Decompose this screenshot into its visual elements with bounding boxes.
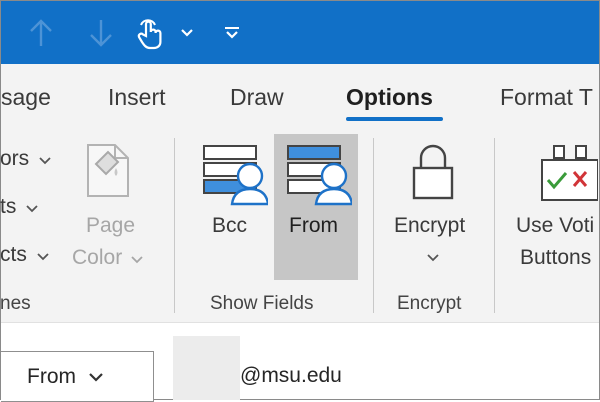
tab-insert[interactable]: Insert — [108, 84, 166, 111]
down-arrow-icon[interactable] — [83, 15, 119, 51]
show-fields-group-label: Show Fields — [210, 293, 314, 314]
tab-options[interactable]: Options — [346, 84, 433, 111]
redacted-username — [173, 336, 240, 400]
voting-buttons-icon — [541, 145, 598, 201]
chevron-down-icon[interactable] — [176, 15, 198, 51]
encrypt-group-label: Encrypt — [397, 293, 462, 314]
page-color-label-2: Color — [72, 246, 143, 270]
chevron-down-icon — [427, 254, 439, 262]
group-divider — [174, 138, 175, 313]
lock-icon — [412, 144, 454, 200]
group-divider — [373, 138, 374, 313]
group-divider — [494, 138, 495, 313]
themes-group-label: nes — [0, 293, 31, 314]
chevron-down-icon — [89, 372, 103, 382]
voting-label-2: Buttons — [520, 246, 592, 269]
chevron-down-icon — [39, 157, 51, 165]
tab-draw[interactable]: Draw — [230, 84, 284, 111]
encrypt-label: Encrypt — [394, 214, 466, 237]
page-color-icon — [87, 144, 129, 197]
from-dropdown-label: From — [27, 364, 76, 388]
from-email-address: @msu.edu — [240, 364, 342, 387]
customize-qat-icon[interactable] — [221, 15, 243, 51]
bcc-label: Bcc — [212, 214, 248, 237]
tab-message[interactable]: sage — [1, 84, 51, 111]
from-icon — [287, 145, 352, 206]
chevron-down-icon — [26, 205, 38, 213]
effects-label: cts — [0, 243, 27, 266]
active-tab-indicator — [346, 117, 443, 121]
from-dropdown-button[interactable]: From — [1, 351, 154, 402]
quick-access-toolbar — [1, 1, 599, 64]
fonts-label: ts — [0, 195, 17, 218]
chevron-down-icon — [37, 253, 49, 261]
tab-format-text[interactable]: Format T — [500, 84, 593, 111]
touch-mode-icon[interactable] — [134, 15, 166, 51]
fonts-dropdown[interactable]: ts — [0, 195, 38, 219]
colors-dropdown[interactable]: ors — [0, 147, 51, 171]
from-label: From — [289, 214, 338, 237]
chevron-down-icon — [131, 256, 143, 264]
page-color-label-1: Page — [86, 214, 136, 237]
colors-label: ors — [0, 147, 30, 170]
ribbon-tabs: sage Insert Draw Options Format T — [1, 64, 599, 122]
voting-label-1: Use Voti — [516, 214, 595, 237]
bcc-icon — [203, 145, 268, 206]
up-arrow-icon[interactable] — [23, 15, 59, 51]
effects-dropdown[interactable]: cts — [0, 243, 49, 267]
